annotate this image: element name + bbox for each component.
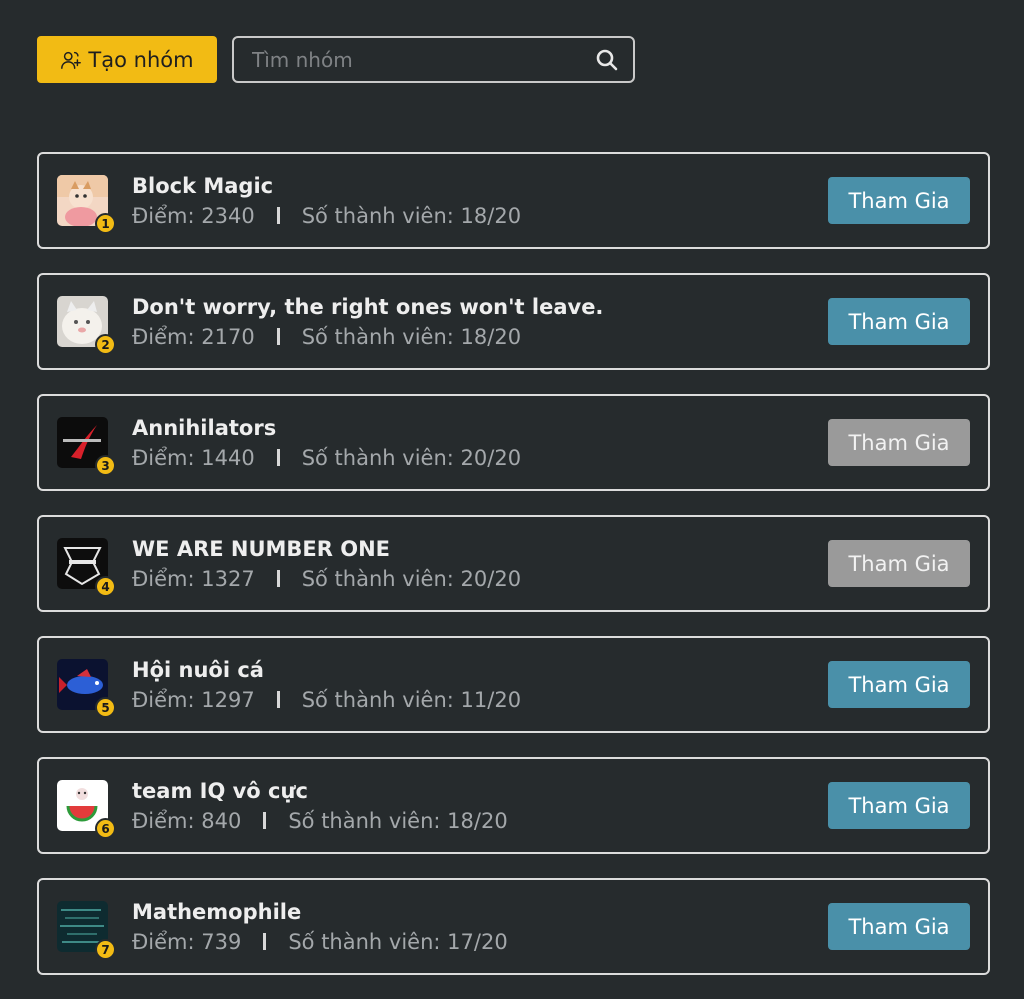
create-group-button[interactable]: Tạo nhóm — [37, 36, 217, 83]
score-value: 1327 — [201, 566, 255, 591]
members-value: 20/20 — [460, 566, 522, 591]
toolbar: Tạo nhóm — [37, 36, 635, 83]
rank-badge: 5 — [95, 697, 116, 718]
members-value: 11/20 — [460, 687, 522, 712]
members-value: 18/20 — [447, 808, 508, 833]
score-value: 840 — [201, 808, 242, 833]
join-button[interactable]: Tham Gia — [828, 419, 970, 466]
join-button[interactable]: Tham Gia — [828, 540, 970, 587]
score-label: Điểm: — [132, 203, 195, 228]
group-meta: Điểm: 1297 Số thành viên: 11/20 — [132, 688, 828, 712]
group-info: team IQ vô cực Điểm: 840 Số thành viên: … — [132, 779, 828, 833]
members-label: Số thành viên: — [301, 203, 454, 228]
group-meta: Điểm: 1440 Số thành viên: 20/20 — [132, 446, 828, 470]
members-label: Số thành viên: — [301, 445, 454, 470]
avatar-wrap: 4 — [57, 538, 116, 597]
rank-badge: 4 — [95, 576, 116, 597]
group-card: 2 Don't worry, the right ones won't leav… — [37, 273, 990, 370]
avatar-wrap: 1 — [57, 175, 116, 234]
group-info: Don't worry, the right ones won't leave.… — [132, 295, 828, 349]
search-input[interactable] — [250, 46, 587, 73]
rank-badge: 6 — [95, 818, 116, 839]
search-icon[interactable] — [595, 48, 619, 72]
add-group-icon — [61, 51, 82, 69]
avatar-wrap: 3 — [57, 417, 116, 476]
avatar-wrap: 5 — [57, 659, 116, 718]
group-name: Don't worry, the right ones won't leave. — [132, 294, 604, 319]
group-meta: Điểm: 2170 Số thành viên: 18/20 — [132, 325, 828, 349]
group-card: 7 Mathemophile Điểm: 739 Số thành viên: … — [37, 878, 990, 975]
group-card: 6 team IQ vô cực Điểm: 840 Số thành viên… — [37, 757, 990, 854]
score-value: 1297 — [201, 687, 255, 712]
score-label: Điểm: — [132, 929, 195, 954]
score-value: 739 — [201, 929, 242, 954]
group-card: 5 Hội nuôi cá Điểm: 1297 Số thành viên: … — [37, 636, 990, 733]
members-value: 18/20 — [460, 203, 522, 228]
join-button[interactable]: Tham Gia — [828, 661, 970, 708]
join-button[interactable]: Tham Gia — [828, 903, 970, 950]
group-name: Hội nuôi cá — [132, 657, 264, 682]
rank-badge: 2 — [95, 334, 116, 355]
group-info: WE ARE NUMBER ONE Điểm: 1327 Số thành vi… — [132, 537, 828, 591]
group-name: Mathemophile — [132, 899, 302, 924]
create-group-label: Tạo nhóm — [88, 47, 194, 72]
meta-divider — [276, 570, 280, 587]
meta-divider — [276, 691, 280, 708]
rank-badge: 7 — [95, 939, 116, 960]
meta-divider — [276, 207, 280, 224]
group-info: Block Magic Điểm: 2340 Số thành viên: 18… — [132, 174, 828, 228]
avatar-wrap: 7 — [57, 901, 116, 960]
group-name: Block Magic — [132, 173, 274, 198]
group-meta: Điểm: 840 Số thành viên: 18/20 — [132, 809, 828, 833]
members-value: 18/20 — [460, 324, 522, 349]
group-card: 3 Annihilators Điểm: 1440 Số thành viên:… — [37, 394, 990, 491]
group-info: Annihilators Điểm: 1440 Số thành viên: 2… — [132, 416, 828, 470]
score-label: Điểm: — [132, 445, 195, 470]
group-card: 1 Block Magic Điểm: 2340 Số thành viên: … — [37, 152, 990, 249]
score-label: Điểm: — [132, 324, 195, 349]
members-value: 20/20 — [460, 445, 522, 470]
score-label: Điểm: — [132, 566, 195, 591]
score-value: 2340 — [201, 203, 255, 228]
rank-badge: 1 — [95, 213, 116, 234]
members-label: Số thành viên: — [288, 808, 441, 833]
search-box — [232, 36, 635, 83]
members-label: Số thành viên: — [301, 687, 454, 712]
rank-badge: 3 — [95, 455, 116, 476]
meta-divider — [276, 449, 280, 466]
score-label: Điểm: — [132, 808, 195, 833]
score-value: 2170 — [201, 324, 255, 349]
group-meta: Điểm: 1327 Số thành viên: 20/20 — [132, 567, 828, 591]
group-meta: Điểm: 739 Số thành viên: 17/20 — [132, 930, 828, 954]
group-info: Hội nuôi cá Điểm: 1297 Số thành viên: 11… — [132, 658, 828, 712]
group-name: team IQ vô cực — [132, 778, 308, 803]
group-list: 1 Block Magic Điểm: 2340 Số thành viên: … — [37, 152, 990, 999]
members-label: Số thành viên: — [288, 929, 441, 954]
join-button[interactable]: Tham Gia — [828, 298, 970, 345]
members-value: 17/20 — [447, 929, 508, 954]
meta-divider — [276, 328, 280, 345]
avatar-wrap: 2 — [57, 296, 116, 355]
members-label: Số thành viên: — [301, 324, 454, 349]
group-card: 4 WE ARE NUMBER ONE Điểm: 1327 Số thành … — [37, 515, 990, 612]
score-label: Điểm: — [132, 687, 195, 712]
score-value: 1440 — [201, 445, 255, 470]
join-button[interactable]: Tham Gia — [828, 782, 970, 829]
meta-divider — [263, 933, 267, 950]
group-name: Annihilators — [132, 415, 277, 440]
group-name: WE ARE NUMBER ONE — [132, 536, 391, 561]
members-label: Số thành viên: — [301, 566, 454, 591]
group-info: Mathemophile Điểm: 739 Số thành viên: 17… — [132, 900, 828, 954]
group-meta: Điểm: 2340 Số thành viên: 18/20 — [132, 204, 828, 228]
avatar-wrap: 6 — [57, 780, 116, 839]
join-button[interactable]: Tham Gia — [828, 177, 970, 224]
meta-divider — [263, 812, 267, 829]
